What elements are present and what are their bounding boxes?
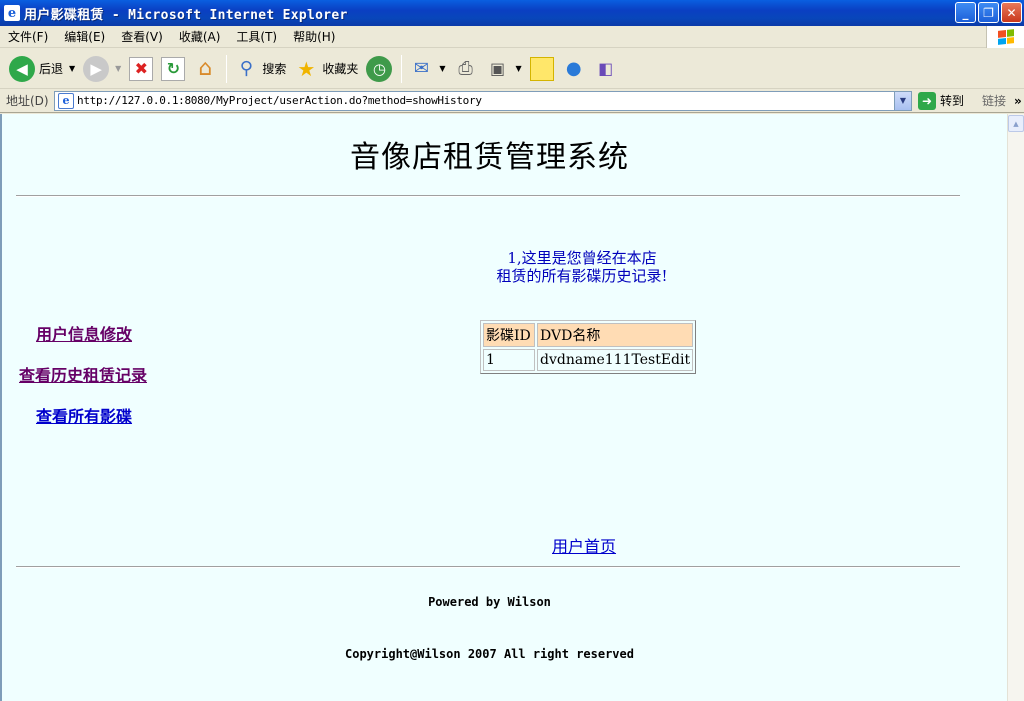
notice-line-2: 租赁的所有影碟历史记录! [496, 267, 668, 285]
go-button[interactable]: ➜ 转到 [918, 91, 965, 110]
address-label: 地址(D) [6, 94, 49, 108]
forward-dropdown-icon[interactable]: ▼ [115, 64, 121, 73]
menu-tools[interactable]: 工具(T) [228, 28, 285, 45]
vertical-scrollbar[interactable]: ▲ [1007, 114, 1024, 701]
close-button[interactable]: ✕ [1001, 2, 1022, 23]
go-label: 转到 [940, 94, 965, 108]
edit-page-icon: ▣ [489, 59, 506, 78]
table-row: 1 dvdname111TestEdit [483, 349, 694, 371]
history-table: 影碟ID DVD名称 1 dvdname111TestEdit [480, 320, 697, 374]
chevron-right-icon[interactable]: » [1014, 94, 1022, 108]
menu-bar: 文件(F) 编辑(E) 查看(V) 收藏(A) 工具(T) 帮助(H) [0, 26, 1024, 48]
search-label: 搜索 [262, 62, 287, 76]
page-viewport: 音像店租赁管理系统 用户信息修改 查看历史租赁记录 查看所有影碟 1,这里是您曾… [0, 114, 1007, 701]
window-title: 用户影碟租赁 - Microsoft Internet Explorer [24, 7, 348, 23]
history-notice: 1,这里是您曾经在本店 租赁的所有影碟历史记录! [472, 249, 692, 285]
address-bar: 地址(D) e http://127.0.0.1:8080/MyProject/… [0, 89, 1024, 113]
toolbar: ◀ 后退 ▼ ▶ ▼ ✖ ↻ ⌂ ⚲ 搜索 ★ 收藏夹 ◷ ✉ ▼ ⎙ ▣ ▼ … [0, 49, 1024, 89]
links-button[interactable]: 链接 [982, 92, 1006, 109]
minimize-button[interactable]: _ [955, 2, 976, 23]
toolbar-separator [226, 54, 228, 83]
favorites-button[interactable]: ★ 收藏夹 [291, 53, 361, 85]
menu-favorites[interactable]: 收藏(A) [171, 28, 229, 45]
edit-dropdown-icon[interactable]: ▼ [516, 64, 522, 73]
favorites-label: 收藏夹 [322, 62, 359, 76]
stop-button[interactable]: ✖ [126, 53, 156, 85]
mail-icon: ✉ [413, 58, 429, 79]
search-icon: ⚲ [239, 58, 253, 79]
powered-by-text: Powered by Wilson [428, 595, 551, 609]
home-button[interactable]: ⌂ [190, 53, 220, 85]
window-title-bar: e 用户影碟租赁 - Microsoft Internet Explorer _… [0, 0, 1024, 26]
history-button[interactable]: ◷ [363, 53, 395, 85]
windows-logo-icon [986, 26, 1024, 48]
back-label: 后退 [39, 62, 64, 76]
view-history-link[interactable]: 查看历史租赁记录 [19, 362, 147, 386]
toolbar-separator [401, 54, 403, 83]
menu-view[interactable]: 查看(V) [113, 28, 171, 45]
window-controls: _ ❐ ✕ [955, 2, 1022, 23]
mail-button[interactable]: ✉ ▼ [406, 53, 448, 85]
notice-line-1: 1,这里是您曾经在本店 [507, 249, 657, 267]
top-divider [16, 195, 960, 197]
mail-dropdown-icon[interactable]: ▼ [439, 64, 445, 73]
note-button[interactable] [527, 53, 557, 85]
cell-disc-id: 1 [483, 349, 535, 371]
address-url[interactable]: http://127.0.0.1:8080/MyProject/userActi… [77, 94, 894, 107]
address-input[interactable]: e http://127.0.0.1:8080/MyProject/userAc… [54, 90, 912, 111]
scroll-up-icon[interactable]: ▲ [1008, 115, 1024, 132]
forward-arrow-icon: ▶ [83, 55, 110, 82]
note-icon [529, 56, 554, 81]
printer-icon: ⎙ [458, 58, 473, 79]
apple-icon: ● [565, 58, 582, 79]
page-title: 音像店租赁管理系统 [350, 140, 629, 175]
print-button[interactable]: ⎙ [451, 53, 481, 85]
view-all-discs-link[interactable]: 查看所有影碟 [36, 403, 132, 427]
messenger-button[interactable]: ● [559, 53, 589, 85]
research-button[interactable]: ◧ [591, 53, 621, 85]
edit-button[interactable]: ▣ ▼ [483, 53, 525, 85]
user-home-link[interactable]: 用户首页 [552, 533, 616, 557]
header-dvd-name: DVD名称 [537, 323, 694, 347]
refresh-button[interactable]: ↻ [158, 53, 188, 85]
cell-dvd-name: dvdname111TestEdit [537, 349, 694, 371]
back-arrow-icon: ◀ [9, 55, 35, 82]
menu-file[interactable]: 文件(F) [0, 28, 56, 45]
header-disc-id: 影碟ID [483, 323, 535, 347]
search-button[interactable]: ⚲ 搜索 [231, 53, 289, 85]
forward-button[interactable]: ▶ ▼ [80, 53, 124, 85]
menu-edit[interactable]: 编辑(E) [56, 28, 113, 45]
menu-help[interactable]: 帮助(H) [285, 28, 343, 45]
restore-button[interactable]: ❐ [978, 2, 999, 23]
star-icon: ★ [297, 56, 316, 81]
page-icon: e [58, 92, 74, 109]
ie-icon: e [4, 5, 20, 21]
stop-icon: ✖ [129, 56, 154, 81]
edit-user-info-link[interactable]: 用户信息修改 [36, 321, 132, 345]
refresh-icon: ↻ [161, 56, 186, 81]
research-icon: ◧ [598, 59, 614, 78]
back-button[interactable]: ◀ 后退 ▼ [6, 53, 78, 85]
copyright-text: Copyright@Wilson 2007 All right reserved [345, 647, 634, 661]
bottom-divider [16, 566, 960, 568]
home-icon: ⌂ [198, 56, 213, 81]
history-icon: ◷ [366, 55, 393, 82]
address-dropdown-icon[interactable]: ▼ [894, 91, 911, 110]
table-header-row: 影碟ID DVD名称 [483, 323, 694, 347]
go-arrow-icon: ➜ [918, 91, 936, 110]
back-dropdown-icon[interactable]: ▼ [69, 64, 75, 73]
